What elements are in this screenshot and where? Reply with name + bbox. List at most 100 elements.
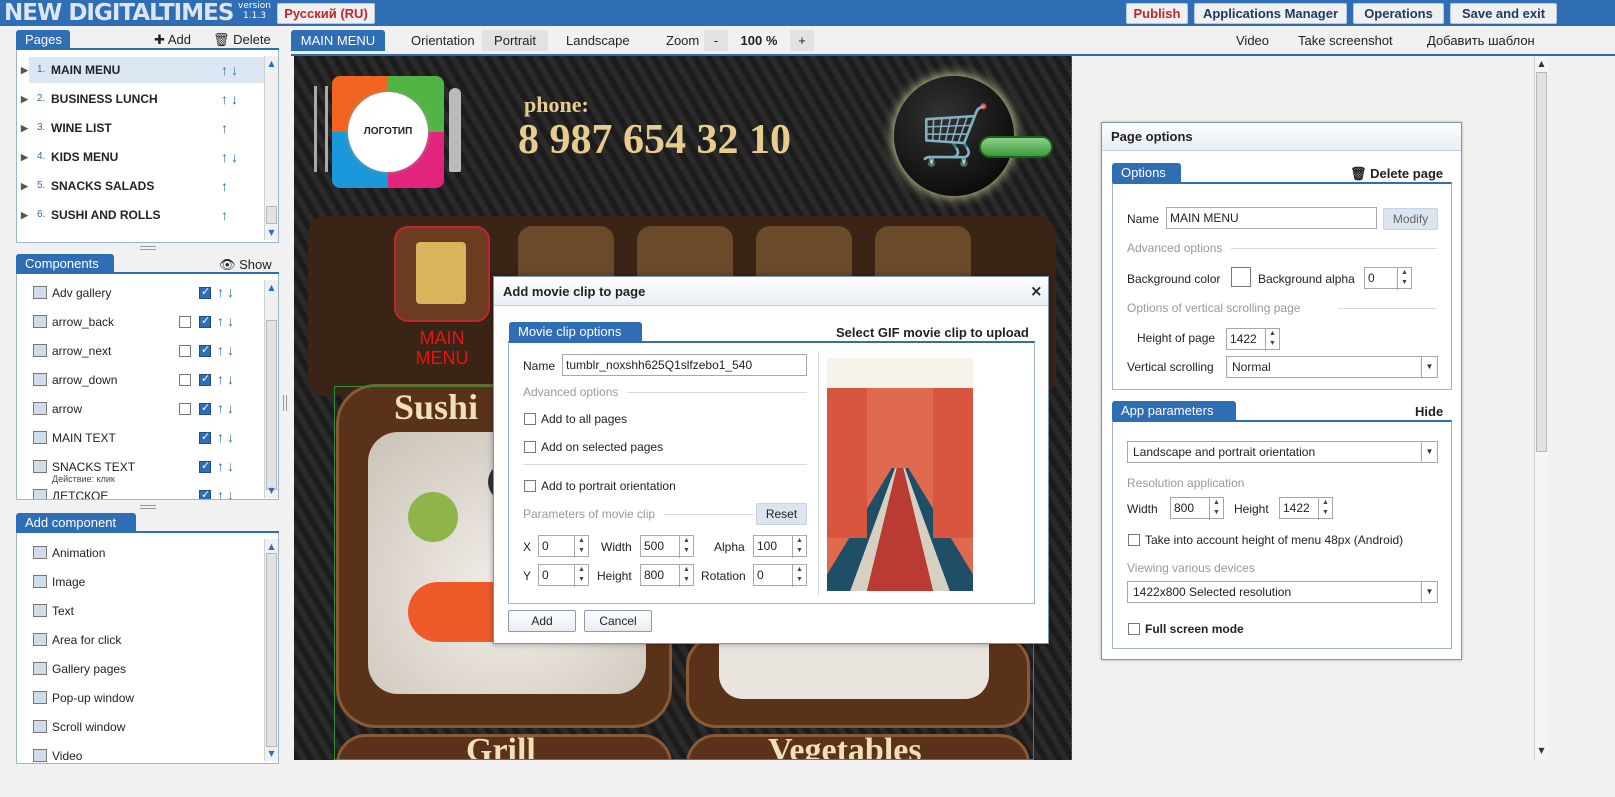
video-button[interactable]: Video (1236, 32, 1269, 50)
width-spinner[interactable]: ▲ ▼ (679, 536, 693, 558)
components-scrollbar[interactable]: ▲ ▼ (264, 280, 278, 498)
reset-button[interactable]: Reset (756, 503, 807, 525)
component-item[interactable]: arrow_back ↑↓ (33, 314, 261, 339)
checkbox-box[interactable] (524, 412, 536, 425)
add-button[interactable]: Add (508, 610, 576, 632)
reorder-arrows-icon[interactable]: ↑ (221, 173, 231, 199)
visible-checkbox[interactable] (199, 430, 211, 444)
close-icon[interactable]: × (1030, 283, 1043, 299)
options-tab[interactable]: Options (1112, 163, 1181, 183)
reorder-arrows-icon[interactable]: ↑↓ (217, 401, 237, 415)
page-item[interactable]: ▶ 6. SUSHI AND ROLLS ↑ (21, 202, 261, 228)
reorder-arrows-icon[interactable]: ↑↓ (221, 86, 241, 112)
delete-page-button[interactable]: 🗑 Delete page (1350, 166, 1443, 182)
save-and-exit-button[interactable]: Save and exit (1450, 3, 1557, 24)
component-item[interactable]: SNACKS TEXTДействие: клик↑↓ (33, 459, 261, 484)
reorder-arrows-icon[interactable]: ↑↓ (217, 285, 237, 299)
checkbox-box[interactable] (1128, 622, 1140, 635)
page-item[interactable]: ▶ 2. BUSINESS LUNCH ↑↓ (21, 86, 261, 112)
expand-arrow-icon[interactable]: ▶ (21, 115, 28, 141)
expand-arrow-icon[interactable]: ▶ (21, 57, 28, 83)
page-height-spinner[interactable]: ▲ ▼ (1265, 329, 1279, 351)
add-portrait-checkbox[interactable] (524, 478, 536, 492)
components-resize-grip[interactable] (140, 505, 156, 509)
language-button[interactable]: Русский (RU) (277, 3, 375, 24)
zoom-out-button[interactable]: - (704, 30, 728, 51)
visible-checkbox[interactable] (199, 314, 211, 328)
visible-checkbox[interactable] (199, 343, 211, 357)
component-item[interactable]: ДЕТСКОЕ ↑↓ (33, 488, 261, 499)
lock-checkbox[interactable] (179, 316, 191, 328)
add-component-item[interactable]: Image (33, 575, 253, 593)
reorder-arrows-icon[interactable]: ↑↓ (217, 459, 237, 473)
reorder-arrows-icon[interactable]: ↑↓ (217, 430, 237, 444)
chevron-down-icon[interactable]: ▼ (1421, 357, 1437, 377)
expand-arrow-icon[interactable]: ▶ (21, 202, 28, 228)
height-input[interactable]: 800 ▲ ▼ (640, 564, 694, 587)
lock-checkbox[interactable] (179, 403, 191, 415)
component-item[interactable]: arrow_next ↑↓ (33, 343, 261, 368)
visible-checkbox[interactable] (199, 488, 211, 499)
lock-checkbox[interactable] (179, 345, 191, 357)
menu-height-checkbox[interactable] (1128, 532, 1140, 546)
x-spinner[interactable]: ▲ ▼ (574, 536, 588, 558)
add-component-item[interactable]: Scroll window (33, 720, 253, 738)
modify-button[interactable]: Modify (1383, 208, 1438, 230)
expand-arrow-icon[interactable]: ▶ (21, 144, 28, 170)
alpha-input[interactable]: 100 ▲ ▼ (753, 535, 807, 558)
app-height-input[interactable]: 1422 ▲ ▼ (1279, 497, 1333, 520)
add-component-item[interactable]: Text (33, 604, 253, 622)
visible-checkbox[interactable] (199, 459, 211, 473)
page-height-input[interactable]: 1422 ▲ ▼ (1226, 328, 1280, 351)
page-item[interactable]: ▶ 3. WINE LIST ↑ (21, 115, 261, 141)
add-component-item[interactable]: Gallery pages (33, 662, 253, 680)
app-width-spinner[interactable]: ▲ ▼ (1209, 498, 1223, 520)
checkbox-box[interactable] (524, 440, 536, 453)
pages-add-button[interactable]: ✚ Add (154, 32, 191, 48)
cancel-button[interactable]: Cancel (584, 610, 652, 632)
page-item[interactable]: ▶ 4. KIDS MENU ↑↓ (21, 144, 261, 170)
reorder-arrows-icon[interactable]: ↑↓ (221, 144, 241, 170)
background-alpha-input[interactable]: 0 ▲ ▼ (1364, 267, 1412, 290)
y-spinner[interactable]: ▲ ▼ (574, 565, 588, 587)
expand-arrow-icon[interactable]: ▶ (21, 173, 28, 199)
app-width-input[interactable]: 800 ▲ ▼ (1170, 497, 1224, 520)
left-splitter[interactable] (283, 395, 287, 411)
height-spinner[interactable]: ▲ ▼ (679, 565, 693, 587)
reorder-arrows-icon[interactable]: ↑↓ (217, 314, 237, 328)
scroll-up-icon[interactable]: ▲ (265, 281, 278, 294)
component-item[interactable]: Adv gallery ↑↓ (33, 285, 261, 310)
chevron-down-icon[interactable]: ▼ (1421, 582, 1437, 602)
component-item[interactable]: arrow ↑↓ (33, 401, 261, 426)
visible-checkbox[interactable] (199, 401, 211, 415)
add-component-scrollbar[interactable]: ▲ ▼ (264, 539, 278, 761)
pages-resize-grip[interactable] (140, 246, 156, 250)
scroll-up-icon[interactable]: ▲ (265, 57, 278, 70)
checkbox-box[interactable] (1128, 533, 1140, 546)
vertical-scrolling-select[interactable]: Normal ▼ (1226, 356, 1438, 378)
devices-select[interactable]: 1422x800 Selected resolution ▼ (1127, 581, 1438, 603)
add-template-button[interactable]: Добавить шаблон (1427, 32, 1535, 50)
canvas-scrollbar[interactable]: ▲ ▼ (1534, 56, 1548, 760)
background-color-picker[interactable] (1231, 267, 1251, 287)
rotation-spinner[interactable]: ▲ ▼ (792, 565, 806, 587)
reorder-arrows-icon[interactable]: ↑ (221, 115, 231, 141)
scroll-thumb[interactable] (266, 320, 277, 490)
rotation-input[interactable]: 0 ▲ ▼ (753, 564, 807, 587)
background-alpha-spinner[interactable]: ▲ ▼ (1397, 268, 1411, 290)
width-input[interactable]: 500 ▲ ▼ (640, 535, 694, 558)
applications-manager-button[interactable]: Applications Manager (1194, 3, 1347, 24)
reorder-arrows-icon[interactable]: ↑↓ (217, 488, 237, 499)
x-input[interactable]: 0 ▲ ▼ (538, 535, 589, 558)
scroll-down-icon[interactable]: ▼ (265, 747, 278, 760)
add-selected-pages-checkbox[interactable] (524, 439, 536, 453)
movie-name-input[interactable]: tumblr_noxshh625Q1slfzebo1_540 (562, 354, 807, 376)
chevron-down-icon[interactable]: ▼ (1421, 442, 1437, 462)
pages-delete-button[interactable]: 🗑 Delete (213, 32, 271, 48)
checkbox-box[interactable] (524, 479, 536, 492)
reorder-arrows-icon[interactable]: ↑↓ (221, 57, 241, 83)
y-input[interactable]: 0 ▲ ▼ (538, 564, 589, 587)
scroll-down-icon[interactable]: ▼ (1535, 744, 1548, 757)
scroll-thumb[interactable] (266, 553, 277, 747)
component-item[interactable]: arrow_down ↑↓ (33, 372, 261, 397)
